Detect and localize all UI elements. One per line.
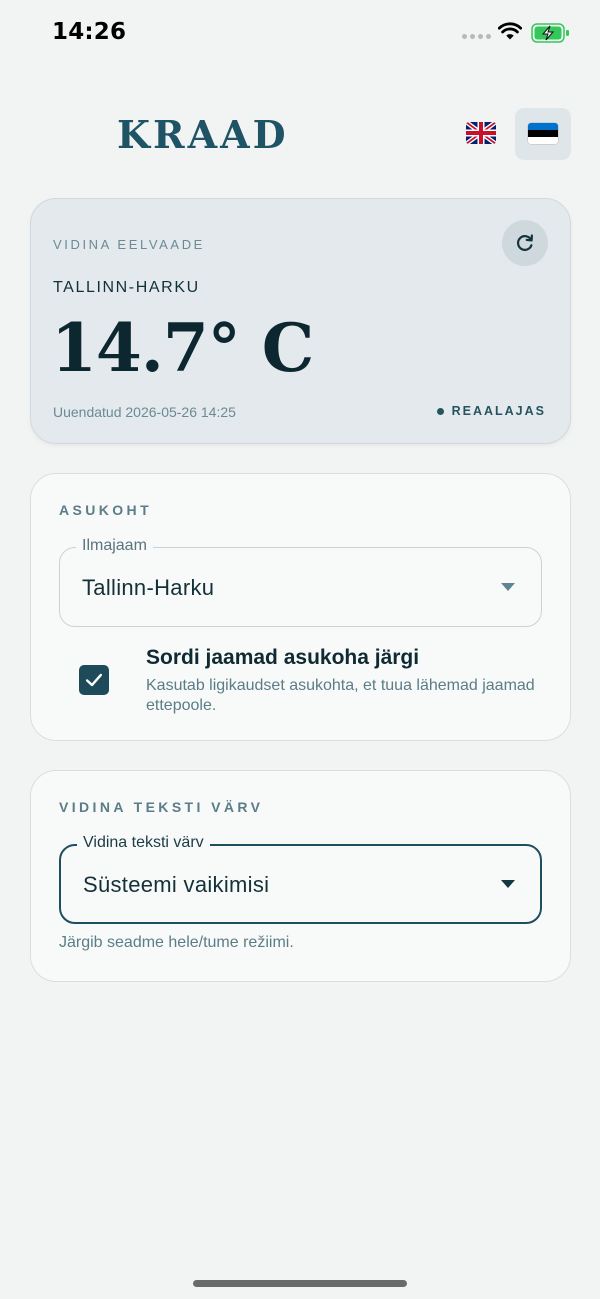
chevron-down-icon <box>501 583 515 591</box>
text-color-card: VIDINA TEKSTI VÄRV Vidina teksti värv Sü… <box>30 770 571 982</box>
text-color-section-title: VIDINA TEKSTI VÄRV <box>59 799 264 815</box>
language-estonian-button[interactable] <box>515 108 571 160</box>
preview-caption: VIDINA EELVAADE <box>53 237 205 252</box>
sort-by-location-checkbox[interactable] <box>79 665 109 695</box>
station-select[interactable]: Ilmajaam Tallinn-Harku <box>59 537 542 627</box>
text-color-select[interactable]: Vidina teksti värv Süsteemi vaikimisi <box>59 834 542 924</box>
live-label: REAALAJAS <box>451 404 546 418</box>
live-indicator: REAALAJAS <box>436 404 546 418</box>
preview-updated-time: Uuendatud 2026-05-26 14:25 <box>53 404 236 420</box>
text-color-select-value: Süsteemi vaikimisi <box>83 872 270 897</box>
text-color-select-label: Vidina teksti värv <box>77 834 210 852</box>
widget-preview-card: VIDINA EELVAADE TALLINN-HARKU 14.7° C Uu… <box>30 198 571 444</box>
station-select-value: Tallinn-Harku <box>82 575 215 600</box>
signal-dots-icon <box>462 34 491 39</box>
uk-flag-icon <box>466 122 496 144</box>
location-section-title: ASUKOHT <box>59 502 153 518</box>
refresh-button[interactable] <box>502 220 548 266</box>
location-card: ASUKOHT Ilmajaam Tallinn-Harku Sordi jaa… <box>30 473 571 741</box>
live-dot-icon <box>436 407 444 415</box>
chevron-down-icon <box>501 880 515 888</box>
checkmark-icon <box>85 673 103 687</box>
refresh-icon <box>516 234 533 251</box>
station-select-label: Ilmajaam <box>76 537 153 555</box>
status-time: 14:26 <box>52 19 127 45</box>
status-bar: 14:26 <box>0 0 600 66</box>
language-english-button[interactable] <box>466 122 496 144</box>
estonia-flag-icon <box>528 123 558 144</box>
text-color-helper: Järgib seadme hele/tume režiimi. <box>59 934 294 951</box>
sort-option-title: Sordi jaamad asukoha järgi <box>146 646 420 669</box>
sort-option-description: Kasutab ligikaudset asukohta, et tuua lä… <box>146 677 535 714</box>
preview-station-name: TALLINN-HARKU <box>53 279 200 296</box>
wifi-icon <box>498 22 522 40</box>
home-indicator[interactable] <box>193 1280 407 1287</box>
battery-charging-icon <box>531 23 569 43</box>
app-logo: KRAAD <box>117 112 289 157</box>
preview-temperature: 14.7° C <box>51 309 314 387</box>
